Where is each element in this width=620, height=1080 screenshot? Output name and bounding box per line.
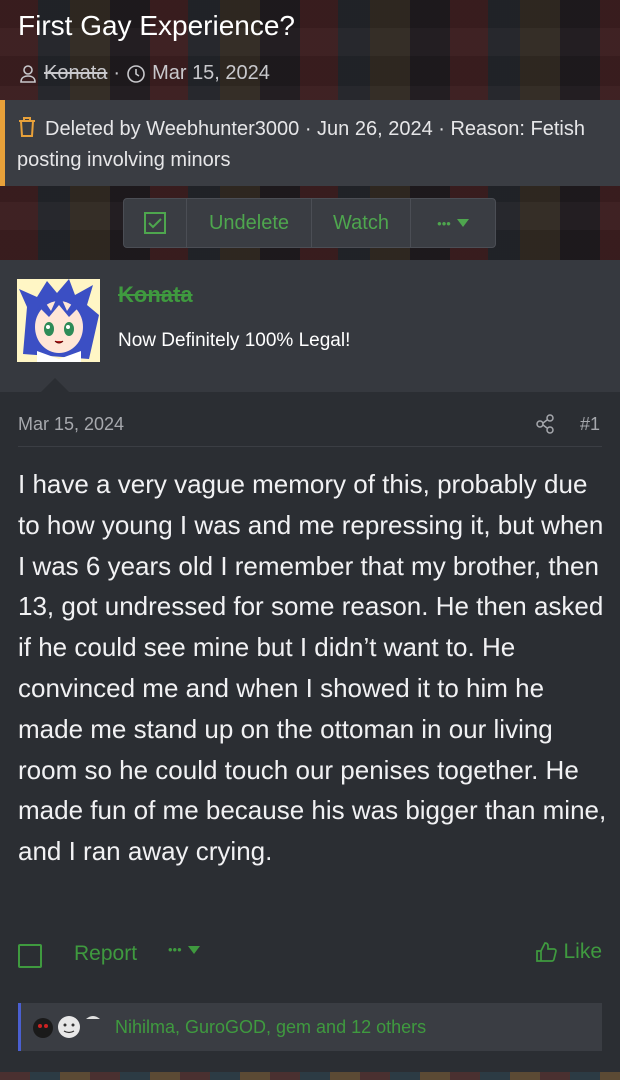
reactions-bar[interactable]: Nihilma, GuroGOD, gem and 12 others: [18, 1003, 602, 1051]
thread-toolbar: Undelete Watch •••: [123, 198, 496, 248]
watch-button[interactable]: Watch: [312, 199, 411, 247]
caret-down-icon: [187, 945, 200, 954]
avatar[interactable]: [17, 279, 100, 362]
like-label: Like: [563, 940, 602, 963]
footer-banner: [0, 1072, 620, 1080]
share-icon[interactable]: [535, 414, 555, 434]
user-title: Now Definitely 100% Legal!: [118, 330, 351, 351]
like-button[interactable]: Like: [535, 940, 602, 964]
post-date[interactable]: Mar 15, 2024: [18, 414, 124, 435]
more-dots: •••: [168, 942, 182, 957]
caret-down-icon: [456, 219, 469, 227]
user-icon: [20, 64, 36, 83]
post-actions: Report ••• Like: [18, 940, 602, 974]
reaction-avatars: [33, 1016, 100, 1038]
undelete-button[interactable]: Undelete: [187, 199, 312, 247]
select-post-checkbox[interactable]: [18, 944, 42, 968]
reactions-text[interactable]: Nihilma, GuroGOD, gem and 12 others: [115, 1017, 426, 1038]
checkbox-icon: [144, 212, 166, 234]
select-thread-button[interactable]: [124, 199, 187, 247]
thread-date[interactable]: Mar 15, 2024: [152, 62, 270, 85]
username[interactable]: Konata: [118, 282, 193, 308]
card-arrow: [38, 378, 72, 395]
clock-icon: [127, 64, 145, 83]
meta-separator: ·: [113, 62, 121, 84]
thread-meta: Konata · Mar 15, 2024: [18, 62, 270, 85]
more-options-button[interactable]: •••: [411, 199, 495, 247]
thread-header: First Gay Experience? Konata · Mar 15, 2…: [0, 0, 620, 260]
post-more-button[interactable]: •••: [168, 942, 200, 957]
deleted-notice: Deleted by Weebhunter3000 · Jun 26, 2024…: [0, 100, 620, 186]
more-dots: •••: [437, 215, 451, 231]
trash-icon: [19, 117, 35, 137]
post-number[interactable]: #1: [580, 414, 600, 435]
post-body: I have a very vague memory of this, prob…: [18, 469, 607, 867]
deleted-notice-text: Deleted by Weebhunter3000 · Jun 26, 2024…: [17, 118, 585, 171]
thumbs-up-icon: [536, 942, 558, 962]
report-button[interactable]: Report: [74, 942, 137, 966]
divider: [18, 446, 602, 447]
user-card: Konata Now Definitely 100% Legal!: [0, 260, 620, 392]
thread-title: First Gay Experience?: [18, 10, 295, 41]
thread-author[interactable]: Konata: [44, 62, 107, 85]
